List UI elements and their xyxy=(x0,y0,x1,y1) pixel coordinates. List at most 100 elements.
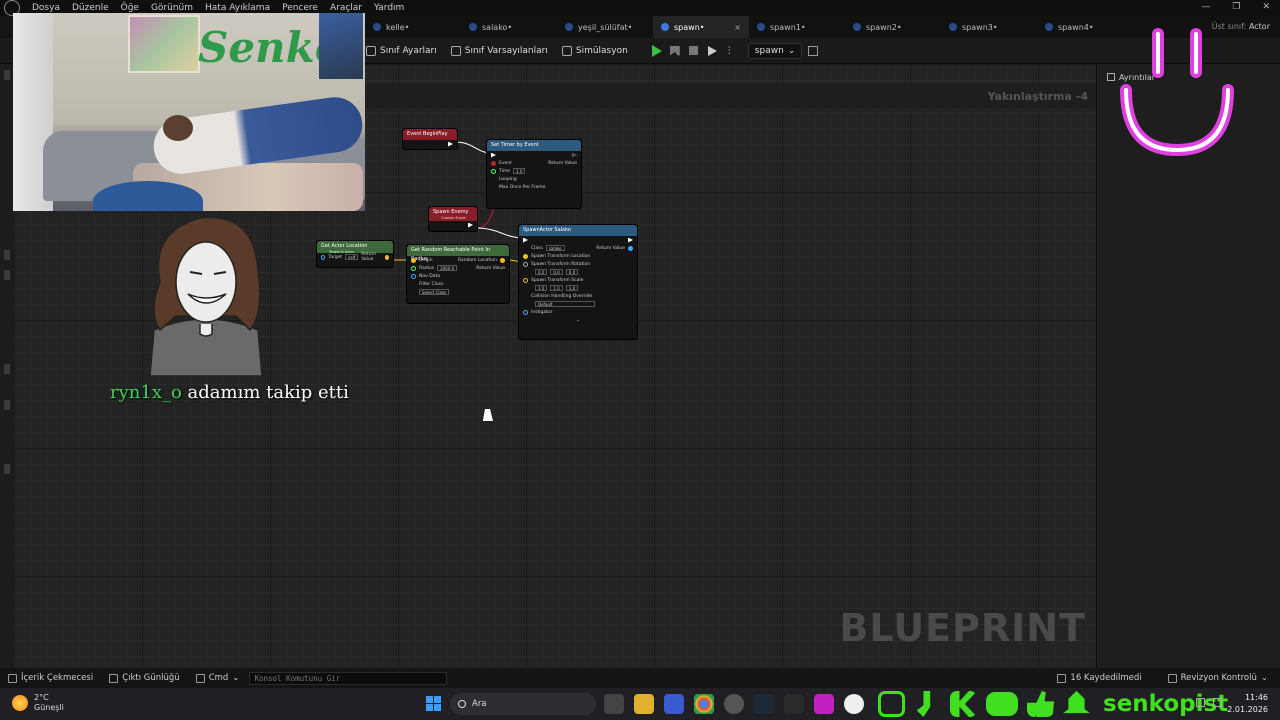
scale-x-input[interactable]: 1.0 xyxy=(535,285,548,291)
tab-yesil-sulufat[interactable]: yeşil_sülüfat• xyxy=(557,16,653,38)
menu-view[interactable]: Görünüm xyxy=(151,3,193,13)
network-icon[interactable] xyxy=(1196,698,1205,707)
play-icon[interactable] xyxy=(651,44,662,57)
tab-spawn3[interactable]: spawn3• xyxy=(941,16,1037,38)
panel-handle[interactable] xyxy=(4,270,10,280)
exec-out-pin[interactable] xyxy=(448,141,453,147)
tab-spawn[interactable]: spawn• × xyxy=(653,16,749,38)
revision-control-button[interactable]: Revizyon Kontrolü ⌄ xyxy=(1167,673,1268,683)
tab-salako[interactable]: salako• xyxy=(461,16,557,38)
eject-icon[interactable] xyxy=(707,45,717,56)
rotation-y-input[interactable]: 0.0 xyxy=(550,269,563,275)
panel-handle[interactable] xyxy=(4,400,10,410)
node-begin-play[interactable]: Event BeginPlay xyxy=(402,128,458,150)
rotation-z-input[interactable]: 0.0 xyxy=(565,269,579,275)
more-options-icon[interactable]: ⋮ xyxy=(725,46,734,56)
chevron-down-icon[interactable]: ⌄ xyxy=(576,318,580,323)
cmd-label: Cmd xyxy=(208,673,229,683)
debug-object-select[interactable]: spawn ⌄ xyxy=(747,42,803,59)
filter-class-select[interactable]: Select Class xyxy=(419,289,450,295)
app-icon[interactable] xyxy=(814,694,834,714)
panel-handle[interactable] xyxy=(4,464,10,474)
store-icon[interactable] xyxy=(664,694,684,714)
tab-kelle[interactable]: kelle• xyxy=(365,16,461,38)
scale-y-input[interactable]: 1.0 xyxy=(550,285,563,291)
simulation-button[interactable]: Simülasyon xyxy=(561,45,628,56)
transform-pin[interactable] xyxy=(523,253,528,259)
tab-spawn1[interactable]: spawn1• xyxy=(749,16,845,38)
debug-filter-icon[interactable] xyxy=(808,45,819,56)
target-input[interactable]: self xyxy=(345,254,359,260)
unsaved-button[interactable]: 16 Kaydedilmedi xyxy=(1057,673,1142,683)
menu-edit[interactable]: Düzenle xyxy=(72,3,109,13)
vector-in-pin[interactable] xyxy=(411,257,416,263)
rotator-pin[interactable] xyxy=(523,261,528,267)
menu-debug[interactable]: Hata Ayıklama xyxy=(205,3,270,13)
chrome-icon[interactable] xyxy=(694,694,714,714)
class-select[interactable]: salako xyxy=(545,245,565,251)
class-defaults-button[interactable]: Sınıf Varsayılanları xyxy=(450,45,548,56)
epic-games-icon[interactable] xyxy=(784,694,804,714)
node-set-timer[interactable]: Set Timer by Event Event Return Value Tim… xyxy=(486,139,582,209)
cmd-select[interactable]: Cmd ⌄ xyxy=(195,673,239,683)
output-log-button[interactable]: Çıktı Günlüğü xyxy=(109,673,180,683)
collision-select[interactable]: Default xyxy=(535,301,595,307)
exec-out-pin[interactable] xyxy=(628,237,633,243)
minimize-icon[interactable]: — xyxy=(1201,2,1210,12)
content-drawer-button[interactable]: İçerik Çekmecesi xyxy=(8,673,93,683)
scale-pin[interactable] xyxy=(523,277,528,283)
float-pin[interactable] xyxy=(411,265,416,271)
object-pin[interactable] xyxy=(523,309,528,315)
tab-close-icon[interactable]: × xyxy=(734,23,741,32)
console-input[interactable] xyxy=(249,671,448,685)
object-pin[interactable] xyxy=(321,254,326,260)
file-explorer-icon[interactable] xyxy=(634,694,654,714)
search-label: Ara xyxy=(472,699,487,709)
event-pin[interactable] xyxy=(491,160,496,166)
parent-class-value[interactable]: Actor xyxy=(1249,22,1270,31)
steam-icon[interactable] xyxy=(754,694,774,714)
node-spawn-actor[interactable]: SpawnActor Salako Class salako Return Valu… xyxy=(518,224,638,340)
weather-widget[interactable]: 2°C Güneşli xyxy=(12,693,64,713)
source-control-icon xyxy=(1167,673,1177,683)
scale-z-input[interactable]: 1.0 xyxy=(565,285,579,291)
unreal-engine-icon[interactable] xyxy=(844,694,864,714)
vector-out-pin[interactable] xyxy=(500,257,505,263)
obs-icon[interactable] xyxy=(724,694,744,714)
node-random-point[interactable]: Get Random Reachable Point In Radius Ori… xyxy=(406,244,510,304)
object-pin[interactable] xyxy=(411,273,416,279)
windows-start-icon[interactable] xyxy=(426,696,441,711)
exec-out-pin[interactable] xyxy=(468,222,473,228)
rotation-x-input[interactable]: 0.0 xyxy=(535,269,548,275)
float-pin[interactable] xyxy=(491,168,496,174)
menu-help[interactable]: Yardım xyxy=(374,3,404,13)
stop-icon[interactable] xyxy=(688,46,698,55)
menu-file[interactable]: Dosya xyxy=(32,3,60,13)
taskbar-clock[interactable]: 11:46 2.01.2026 xyxy=(1227,692,1268,716)
volume-icon[interactable] xyxy=(1213,698,1222,707)
drawer-icon xyxy=(8,673,17,683)
node-get-actor-location[interactable]: Get Actor Location Target is Actor Targe… xyxy=(316,240,394,268)
pin-label: Nav Data xyxy=(419,273,440,279)
panel-handle[interactable] xyxy=(4,364,10,374)
close-icon[interactable]: ✕ xyxy=(1262,2,1270,12)
maximize-icon[interactable]: ❐ xyxy=(1232,2,1240,12)
panel-handle[interactable] xyxy=(4,250,10,260)
time-input[interactable]: 1.0 xyxy=(513,168,526,174)
taskbar-search[interactable]: Ara xyxy=(450,693,596,715)
radius-input[interactable]: 2000.0 xyxy=(437,265,458,271)
class-settings-button[interactable]: Sınıf Ayarları xyxy=(366,45,437,56)
task-view-icon[interactable] xyxy=(604,694,624,714)
vector-out-pin[interactable] xyxy=(385,254,389,260)
object-out-pin[interactable] xyxy=(628,245,633,251)
step-icon[interactable] xyxy=(669,45,680,56)
exec-in-pin[interactable] xyxy=(523,237,528,243)
exec-out-pin[interactable] xyxy=(572,152,577,158)
tab-spawn2[interactable]: spawn2• xyxy=(845,16,941,38)
menu-window[interactable]: Pencere xyxy=(282,3,318,13)
node-spawn-enemy[interactable]: Spawn Enemy Custom Event xyxy=(428,206,478,232)
menu-tools[interactable]: Araçlar xyxy=(330,3,362,13)
menu-asset[interactable]: Öğe xyxy=(121,3,139,13)
panel-handle[interactable] xyxy=(4,70,10,80)
exec-in-pin[interactable] xyxy=(491,152,496,158)
